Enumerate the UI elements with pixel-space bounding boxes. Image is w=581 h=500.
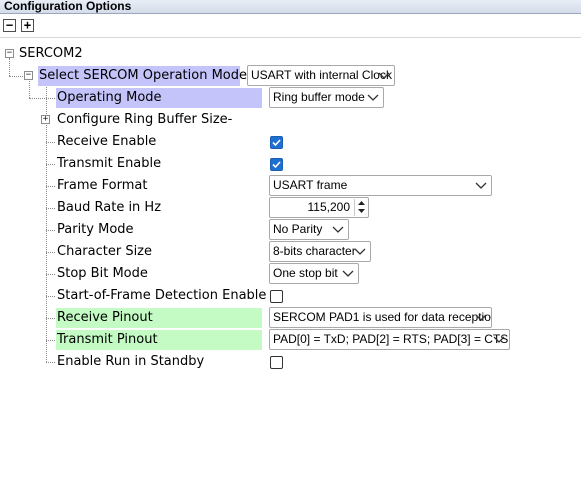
chevron-down-icon: [475, 182, 487, 189]
tree-node-ring-buffer-size[interactable]: Configure Ring Buffer Size-: [57, 110, 232, 130]
frame-format-value: USART frame: [273, 178, 348, 192]
transmit-pinout-value: PAD[0] = TxD; PAD[2] = RTS; PAD[3] = CTS: [273, 332, 509, 346]
toolbar: − +: [0, 15, 581, 37]
receive-pinout-select[interactable]: SERCOM PAD1 is used for data reception: [269, 307, 492, 328]
spin-up-icon[interactable]: [355, 199, 367, 207]
checkmark-icon: [272, 161, 281, 169]
tree-node-transmit-enable[interactable]: Transmit Enable: [57, 154, 161, 174]
tree-node-sof-detection[interactable]: Start-of-Frame Detection Enable: [57, 286, 266, 306]
tree-line: [9, 76, 25, 77]
sof-detection-checkbox[interactable]: [270, 290, 283, 303]
tree-line: [46, 186, 55, 187]
collapse-toggle-icon[interactable]: −: [5, 49, 14, 58]
tree-line: [46, 318, 55, 319]
frame-format-select[interactable]: USART frame: [269, 175, 492, 196]
panel-title: Configuration Options: [0, 0, 581, 14]
tree-line: [46, 208, 55, 209]
tree-node-sercom2[interactable]: SERCOM2: [19, 44, 83, 64]
spinner-buttons: [354, 199, 367, 216]
checkmark-icon: [272, 139, 281, 147]
baud-rate-spinner[interactable]: 115,200: [269, 197, 369, 218]
baud-rate-value: 115,200: [307, 200, 351, 214]
tree-node-stop-bit-mode[interactable]: Stop Bit Mode: [57, 264, 148, 284]
chevron-down-icon: [367, 94, 379, 101]
transmit-pinout-select[interactable]: PAD[0] = TxD; PAD[2] = RTS; PAD[3] = CTS: [269, 329, 510, 350]
tree-node-receive-pinout[interactable]: Receive Pinout: [56, 308, 262, 328]
minus-icon: −: [5, 18, 14, 32]
operation-mode-select[interactable]: USART with internal Clock: [247, 65, 395, 86]
tree-node-operating-mode[interactable]: Operating Mode: [56, 88, 262, 108]
tree-line: [46, 296, 55, 297]
chevron-down-icon: [493, 336, 505, 343]
tree-node-operation-mode[interactable]: Select SERCOM Operation Mode: [38, 66, 247, 86]
chevron-down-icon: [475, 314, 487, 321]
chevron-down-icon: [378, 72, 390, 79]
parity-mode-select[interactable]: No Parity: [269, 219, 349, 240]
transmit-enable-checkbox[interactable]: [270, 158, 283, 171]
tree-node-baud-rate[interactable]: Baud Rate in Hz: [57, 198, 161, 218]
tree-node-character-size[interactable]: Character Size: [57, 242, 152, 262]
plus-icon: +: [23, 18, 32, 32]
stop-bit-mode-select[interactable]: One stop bit: [269, 263, 359, 284]
tree-line: [46, 362, 55, 363]
config-tree: − SERCOM2 − Select SERCOM Operation Mode…: [0, 38, 581, 500]
expand-toggle-icon[interactable]: +: [41, 115, 50, 124]
stop-bit-mode-value: One stop bit: [273, 266, 338, 280]
receive-enable-checkbox[interactable]: [270, 136, 283, 149]
character-size-value: 8-bits character: [273, 244, 356, 258]
tree-line: [29, 81, 30, 98]
tree-line: [46, 164, 55, 165]
tree-line: [46, 142, 55, 143]
tree-node-transmit-pinout[interactable]: Transmit Pinout: [56, 330, 262, 350]
tree-node-receive-enable[interactable]: Receive Enable: [57, 132, 156, 152]
expand-all-button[interactable]: +: [21, 19, 34, 32]
receive-pinout-value: SERCOM PAD1 is used for data reception: [273, 310, 492, 324]
tree-line: [46, 274, 55, 275]
parity-mode-value: No Parity: [273, 222, 323, 236]
panel-title-text: Configuration Options: [4, 0, 132, 13]
operating-mode-value: Ring buffer mode: [273, 90, 365, 104]
chevron-down-icon: [342, 270, 354, 277]
operating-mode-select[interactable]: Ring buffer mode: [269, 87, 384, 108]
tree-line: [29, 98, 55, 99]
tree-node-parity-mode[interactable]: Parity Mode: [57, 220, 134, 240]
spin-down-icon[interactable]: [355, 207, 367, 215]
collapse-toggle-icon[interactable]: −: [24, 71, 33, 80]
chevron-down-icon: [354, 248, 366, 255]
operation-mode-value: USART with internal Clock: [251, 68, 392, 82]
tree-node-frame-format[interactable]: Frame Format: [57, 176, 147, 196]
character-size-select[interactable]: 8-bits character: [269, 241, 371, 262]
tree-line: [46, 252, 55, 253]
tree-line: [46, 230, 55, 231]
tree-node-run-in-standby[interactable]: Enable Run in Standby: [57, 352, 204, 372]
tree-line: [9, 58, 10, 76]
collapse-all-button[interactable]: −: [3, 19, 16, 32]
tree-line: [46, 340, 55, 341]
chevron-down-icon: [332, 226, 344, 233]
run-in-standby-checkbox[interactable]: [270, 356, 283, 369]
